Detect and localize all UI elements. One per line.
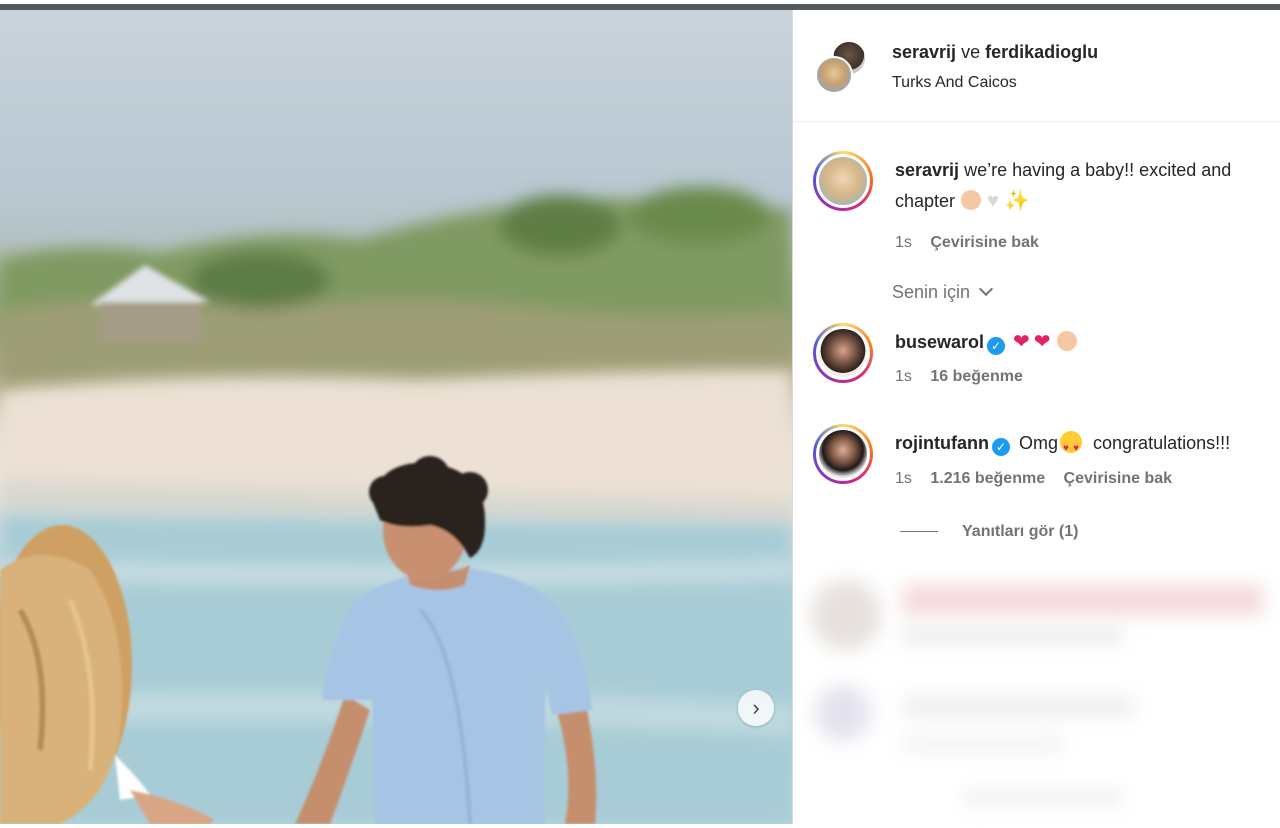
blurred-comment-line <box>903 625 1123 645</box>
story-ring[interactable] <box>813 323 873 383</box>
chevron-right-icon: › <box>752 695 760 720</box>
comment-meta: 1s 16 beğenme <box>895 368 1037 386</box>
blurred-avatar <box>815 685 871 741</box>
blurred-avatar <box>811 580 881 650</box>
avatar[interactable] <box>815 56 853 94</box>
heart-eyes-emoji-icon <box>1060 431 1083 464</box>
caption-body-line2: chapter <box>895 191 956 211</box>
next-photo-button[interactable]: › <box>738 690 774 726</box>
chevron-down-icon <box>978 281 994 297</box>
story-ring[interactable] <box>813 424 873 484</box>
heart-emoji-icon: ❤ <box>1033 331 1051 353</box>
blurred-comment-line <box>963 790 1123 806</box>
avatar[interactable] <box>816 427 870 481</box>
comment-time[interactable]: 1s <box>895 470 912 487</box>
view-replies-button[interactable]: Yanıtları gör (1) <box>900 523 1078 541</box>
caption-username[interactable]: seravrij <box>895 160 959 180</box>
post-authors: seravrij ve ferdikadioglu <box>892 42 1098 63</box>
comment-item: rojintufann✓ Omg congratulations!!! 1s 1… <box>813 424 1280 504</box>
avatar[interactable] <box>816 154 870 208</box>
author-avatars[interactable] <box>815 40 871 96</box>
verified-badge-icon: ✓ <box>987 337 1006 355</box>
top-border <box>0 0 1280 10</box>
beach-photo-illustration <box>0 187 792 824</box>
comment-body-end: congratulations!!! <box>1093 433 1231 453</box>
blurred-comment-line <box>903 735 1063 753</box>
avatar[interactable] <box>816 326 870 380</box>
author-connector: ve <box>961 42 981 62</box>
author-link[interactable]: seravrij <box>892 42 956 62</box>
caption-body: we’re having a baby!! excited and <box>964 160 1232 180</box>
blurred-comment-line <box>903 695 1133 717</box>
comment-text: busewarol ✓ ❤ ❤ <box>895 327 1280 358</box>
comments-filter-dropdown[interactable]: Senin için <box>892 281 994 303</box>
filter-label: Senin için <box>892 282 971 302</box>
caption-meta: 1s Çevirisine bak <box>895 234 1053 252</box>
comment-username[interactable]: rojintufann <box>895 433 989 453</box>
replies-line <box>900 531 938 533</box>
verified-badge-icon: ✓ <box>991 438 1010 456</box>
post-location[interactable]: Turks And Caicos <box>892 74 1017 92</box>
comment-likes[interactable]: 1.216 beğenme <box>930 470 1045 487</box>
comment-item: busewarol ✓ ❤ ❤ 1s 16 beğenme <box>813 323 1280 403</box>
story-ring[interactable] <box>813 151 873 211</box>
comment-likes[interactable]: 16 beğenme <box>930 368 1022 385</box>
baby-emoji-icon <box>961 190 982 210</box>
author-link[interactable]: ferdikadioglu <box>985 42 1098 62</box>
post-photo[interactable]: › <box>0 10 792 824</box>
view-replies-label: Yanıtları gör (1) <box>962 523 1079 540</box>
heart-emoji-icon: ❤ <box>1013 331 1030 353</box>
white-heart-icon: ♥ <box>987 190 999 212</box>
translate-button[interactable]: Çevirisine bak <box>1064 470 1173 487</box>
translate-button[interactable]: Çevirisine bak <box>930 234 1039 251</box>
baby-emoji-icon <box>1056 331 1077 351</box>
blurred-comment-line <box>903 585 1263 615</box>
post-header: seravrij ve ferdikadioglu Turks And Caic… <box>793 10 1280 122</box>
comment-username[interactable]: busewarol <box>895 332 984 352</box>
comments-panel: seravrij ve ferdikadioglu Turks And Caic… <box>793 10 1280 828</box>
comment-meta: 1s 1.216 beğenme Çevirisine bak <box>895 470 1186 488</box>
comment-text: rojintufann✓ Omg congratulations!!! <box>895 428 1280 464</box>
sparkles-icon: ✨ <box>1004 190 1030 212</box>
caption-text: seravrij we’re having a baby!! excited a… <box>895 155 1280 217</box>
comment-body: Omg <box>1019 433 1059 453</box>
caption-time[interactable]: 1s <box>895 234 912 251</box>
comment-time[interactable]: 1s <box>895 368 912 385</box>
post-caption: seravrij we’re having a baby!! excited a… <box>813 151 1280 261</box>
